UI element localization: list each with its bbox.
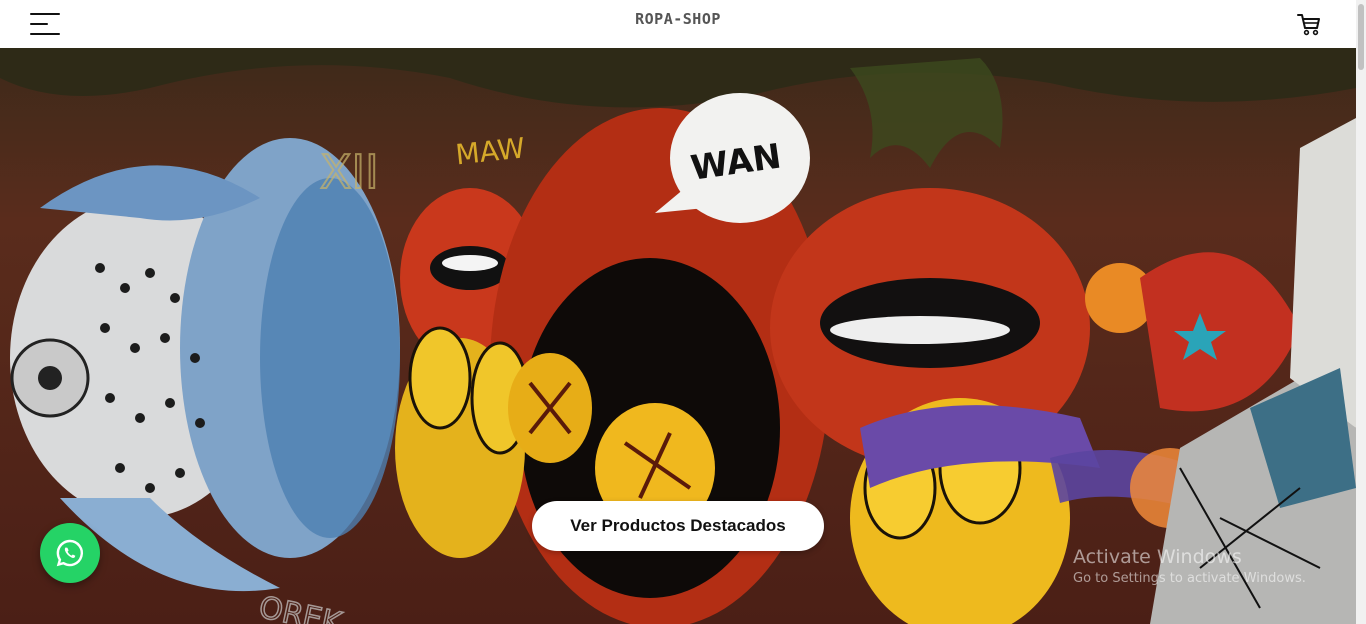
site-header: ROPA-SHOP [0, 0, 1356, 48]
hero-banner: WAN MAW XII OREK Ver Productos Destacado… [0, 48, 1356, 624]
watermark-title: Activate Windows [1073, 546, 1242, 568]
windows-activation-watermark: Activate Windows Go to Settings to activ… [1073, 546, 1306, 586]
watermark-subtitle: Go to Settings to activate Windows. [1073, 571, 1306, 586]
scrollbar-thumb[interactable] [1358, 4, 1364, 70]
page-scrollbar[interactable] [1356, 0, 1366, 624]
featured-products-button[interactable]: Ver Productos Destacados [532, 501, 824, 551]
svg-text:XII: XII [320, 145, 379, 199]
site-logo[interactable]: ROPA-SHOP [0, 10, 1356, 28]
whatsapp-icon [56, 539, 83, 567]
whatsapp-button[interactable] [40, 523, 100, 583]
